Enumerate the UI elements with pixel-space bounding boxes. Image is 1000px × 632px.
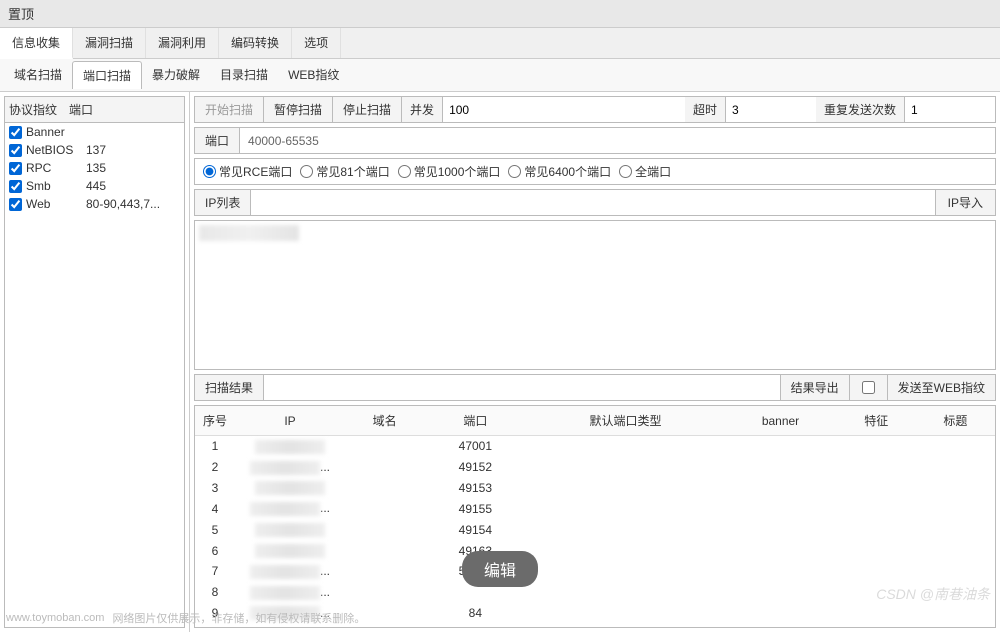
iplist-header: IP列表 IP导入 [194, 189, 996, 216]
retry-input[interactable] [905, 99, 995, 121]
subtab-web-fingerprint[interactable]: WEB指纹 [278, 61, 349, 89]
redacted-ip [250, 586, 320, 600]
ip-list-textarea[interactable] [194, 220, 996, 370]
redacted-ip [250, 502, 320, 516]
table-header[interactable]: IP [235, 406, 345, 436]
send-webfp-check[interactable] [862, 381, 875, 394]
results-label: 扫描结果 [195, 375, 264, 400]
port-range-value[interactable]: 40000-65535 [240, 130, 995, 152]
table-header[interactable]: 域名 [345, 406, 424, 436]
table-header[interactable]: banner [724, 406, 836, 436]
protocol-checkbox[interactable] [9, 126, 22, 139]
protocol-panel-header: 协议指纹 端口 [4, 96, 185, 123]
protocol-port: 445 [86, 179, 180, 193]
table-header[interactable]: 序号 [195, 406, 235, 436]
stop-scan-button[interactable]: 停止扫描 [333, 97, 402, 122]
radio-6400-ports[interactable]: 常见6400个端口 [508, 163, 611, 180]
subtab-bruteforce[interactable]: 暴力破解 [142, 61, 210, 89]
watermark-text: CSDN @南巷油条 [876, 584, 990, 604]
export-results-button[interactable]: 结果导出 [780, 375, 849, 400]
protocol-row[interactable]: Smb445 [5, 177, 184, 195]
ip-import-button[interactable]: IP导入 [935, 190, 995, 215]
timeout-input[interactable] [726, 99, 816, 121]
protocol-name: NetBIOS [26, 143, 86, 157]
table-row[interactable]: 349153 [195, 478, 995, 499]
table-header[interactable]: 标题 [916, 406, 995, 436]
protocol-port: 137 [86, 143, 180, 157]
threads-label: 并发 [402, 97, 443, 122]
timeout-label: 超时 [685, 97, 726, 122]
footer-note: 网络图片仅供展示，非存储，如有侵权请联系删除。 [112, 610, 365, 626]
subtab-dir-scan[interactable]: 目录扫描 [210, 61, 278, 89]
send-webfp-checkbox[interactable] [849, 375, 887, 400]
pause-scan-button[interactable]: 暂停扫描 [264, 97, 333, 122]
tab-options[interactable]: 选项 [292, 28, 341, 58]
start-scan-button[interactable]: 开始扫描 [195, 97, 264, 122]
col-protocol: 协议指纹 [9, 101, 69, 118]
redacted-ip [255, 544, 325, 558]
protocol-row[interactable]: Web80-90,443,7... [5, 195, 184, 213]
protocol-port: 135 [86, 161, 180, 175]
table-header[interactable]: 端口 [424, 406, 526, 436]
tab-encode[interactable]: 编码转换 [219, 28, 292, 58]
threads-input[interactable] [443, 99, 685, 121]
iplist-label: IP列表 [195, 190, 251, 215]
protocol-checkbox[interactable] [9, 180, 22, 193]
protocol-checkbox[interactable] [9, 162, 22, 175]
tab-vuln-scan[interactable]: 漏洞扫描 [73, 28, 146, 58]
scan-toolbar: 开始扫描 暂停扫描 停止扫描 并发 超时 重复发送次数 [194, 96, 996, 123]
protocol-name: Smb [26, 179, 86, 193]
protocol-name: Web [26, 197, 86, 211]
protocol-row[interactable]: NetBIOS137 [5, 141, 184, 159]
port-range-row: 端口 40000-65535 [194, 127, 996, 154]
radio-81-ports[interactable]: 常见81个端口 [300, 163, 389, 180]
redacted-ip [199, 225, 299, 241]
table-row[interactable]: 8... [195, 582, 995, 603]
table-row[interactable]: 2...49152 [195, 457, 995, 478]
send-webfp-button[interactable]: 发送至WEB指纹 [887, 375, 995, 400]
port-range-label: 端口 [195, 128, 240, 153]
table-row[interactable]: 649163 [195, 540, 995, 561]
protocol-port: 80-90,443,7... [86, 197, 180, 211]
main-tabs: 信息收集 漏洞扫描 漏洞利用 编码转换 选项 [0, 28, 1000, 59]
tab-vuln-exploit[interactable]: 漏洞利用 [146, 28, 219, 58]
radio-all-ports[interactable]: 全端口 [619, 163, 671, 180]
protocol-name: RPC [26, 161, 86, 175]
right-panel: 开始扫描 暂停扫描 停止扫描 并发 超时 重复发送次数 端口 40000-655… [190, 92, 1000, 632]
protocol-name: Banner [26, 125, 86, 139]
table-row[interactable]: 549154 [195, 519, 995, 540]
protocol-checkbox[interactable] [9, 144, 22, 157]
edit-overlay-pill[interactable]: 编辑 [462, 551, 538, 587]
sub-tabs: 域名扫描 端口扫描 暴力破解 目录扫描 WEB指纹 [0, 59, 1000, 92]
radio-1000-ports[interactable]: 常见1000个端口 [398, 163, 501, 180]
col-port: 端口 [69, 101, 93, 118]
window-title: 置顶 [8, 7, 34, 22]
results-header: 扫描结果 结果导出 发送至WEB指纹 [194, 374, 996, 401]
redacted-ip [255, 523, 325, 537]
redacted-ip [250, 565, 320, 579]
radio-rce-ports[interactable]: 常见RCE端口 [203, 163, 292, 180]
title-bar: 置顶 [0, 0, 1000, 28]
retry-label: 重复发送次数 [816, 97, 905, 122]
table-row[interactable]: 7...55928 [195, 561, 995, 582]
protocol-panel: 协议指纹 端口 BannerNetBIOS137RPC135Smb445Web8… [0, 92, 190, 632]
footer-site: www.toymoban.com [6, 612, 104, 624]
protocol-row[interactable]: RPC135 [5, 159, 184, 177]
table-header[interactable]: 特征 [837, 406, 916, 436]
redacted-ip [255, 440, 325, 454]
subtab-port-scan[interactable]: 端口扫描 [72, 61, 142, 89]
port-preset-radios: 常见RCE端口 常见81个端口 常见1000个端口 常见6400个端口 全端口 [194, 158, 996, 185]
table-row[interactable]: 147001 [195, 436, 995, 457]
protocol-list: BannerNetBIOS137RPC135Smb445Web80-90,443… [4, 123, 185, 628]
protocol-row[interactable]: Banner [5, 123, 184, 141]
table-header[interactable]: 默认端口类型 [527, 406, 725, 436]
table-row[interactable]: 4...49155 [195, 498, 995, 519]
protocol-checkbox[interactable] [9, 198, 22, 211]
tab-info-collect[interactable]: 信息收集 [0, 28, 73, 59]
footer: www.toymoban.com 网络图片仅供展示，非存储，如有侵权请联系删除。 [6, 610, 365, 626]
subtab-domain-scan[interactable]: 域名扫描 [4, 61, 72, 89]
redacted-ip [255, 481, 325, 495]
redacted-ip [250, 461, 320, 475]
